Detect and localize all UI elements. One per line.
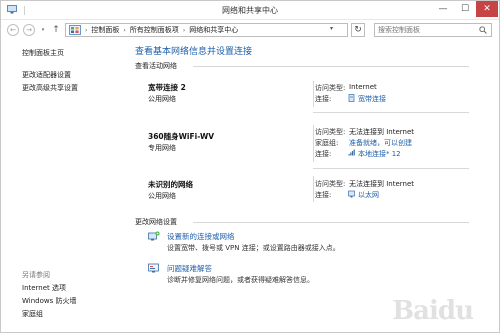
network-type: 专用网络 <box>148 144 176 152</box>
page-title: 查看基本网络信息并设置连接 <box>135 47 253 57</box>
sidebar-adapter-settings-link[interactable]: 更改适配器设置 <box>22 70 71 80</box>
search-input[interactable] <box>378 25 474 35</box>
wifi-signal-icon <box>348 149 355 156</box>
troubleshoot-link[interactable]: 问题疑难解答 <box>167 263 212 274</box>
section-divider <box>193 222 469 223</box>
active-networks-heading: 查看活动网络 <box>135 62 177 70</box>
connection-label: 连接: <box>315 191 332 199</box>
crumb-separator: › <box>123 26 126 34</box>
access-type-label: 访问类型: <box>315 180 346 188</box>
setup-connection-desc: 设置宽带、拨号或 VPN 连接；或设置路由器或接入点。 <box>167 244 340 252</box>
sidebar-internet-options-link[interactable]: Internet 选项 <box>22 283 66 293</box>
connection-link[interactable]: 本地连接* 12 <box>358 149 401 159</box>
up-button[interactable]: ↑ <box>51 24 61 36</box>
network-divider <box>313 125 314 162</box>
crumb-separator: › <box>85 26 88 34</box>
breadcrumb-network-center[interactable]: 网络和共享中心 <box>189 25 238 35</box>
refresh-button[interactable]: ↻ <box>351 23 365 37</box>
change-settings-heading: 更改网络设置 <box>135 218 177 226</box>
network-type: 公用网络 <box>148 192 176 200</box>
breadcrumb-control-panel[interactable]: 控制面板 <box>91 25 119 35</box>
homegroup-link[interactable]: 准备就绪，可以创建 <box>349 138 412 148</box>
sidebar: 控制面板主页 更改适配器设置 更改高级共享设置 另请参阅 Internet 选项… <box>1 41 121 333</box>
network-separator <box>313 112 469 113</box>
troubleshoot-desc: 诊断并修复网络问题，或者获得疑难解答信息。 <box>167 276 314 284</box>
section-divider <box>193 66 469 67</box>
maximize-button[interactable]: ☐ <box>454 1 476 17</box>
network-type: 公用网络 <box>148 95 176 103</box>
connection-label: 连接: <box>315 150 332 158</box>
search-box[interactable] <box>374 23 492 37</box>
address-bar[interactable]: › 控制面板 › 所有控制面板项 › 网络和共享中心 ▾ <box>65 23 348 37</box>
minimize-button[interactable]: — <box>432 1 454 17</box>
main-content: 查看基本网络信息并设置连接 查看活动网络 宽带连接 2 公用网络 访问类型: I… <box>127 41 497 333</box>
sidebar-home-link[interactable]: 控制面板主页 <box>22 48 64 58</box>
network-name: 未识别的网络 <box>148 180 193 189</box>
title-bar: 网络和共享中心 — ☐ ✕ <box>1 1 499 20</box>
access-type-label: 访问类型: <box>315 128 346 136</box>
dialup-connection-icon <box>348 94 355 102</box>
watermark: Baidu <box>392 296 474 326</box>
back-button[interactable]: ← <box>7 24 19 36</box>
network-name: 360随身WiFi-WV <box>148 132 215 141</box>
troubleshoot-icon <box>148 263 159 273</box>
sidebar-firewall-link[interactable]: Windows 防火墙 <box>22 296 76 306</box>
breadcrumb-all-items[interactable]: 所有控制面板项 <box>130 25 179 35</box>
network-divider <box>313 81 314 107</box>
access-type-label: 访问类型: <box>315 84 346 92</box>
search-icon[interactable] <box>479 26 487 34</box>
access-type-value: 无法连接到 Internet <box>349 128 415 136</box>
ethernet-icon <box>348 190 355 198</box>
network-name: 宽带连接 2 <box>148 83 186 92</box>
sidebar-homegroup-link[interactable]: 家庭组 <box>22 309 43 319</box>
address-dropdown-icon[interactable]: ▾ <box>330 25 333 32</box>
control-panel-icon <box>69 25 81 35</box>
connection-link[interactable]: 以太网 <box>358 190 379 200</box>
connection-label: 连接: <box>315 95 332 103</box>
new-connection-icon <box>148 231 160 241</box>
window: 网络和共享中心 — ☐ ✕ ← → ▾ ↑ › 控制面板 › 所有控制面板项 ›… <box>0 0 500 333</box>
network-separator <box>313 168 469 169</box>
network-divider <box>313 176 314 202</box>
crumb-separator: › <box>182 26 186 34</box>
sidebar-advanced-sharing-link[interactable]: 更改高级共享设置 <box>22 83 78 93</box>
recent-locations-button[interactable]: ▾ <box>39 24 47 36</box>
window-title: 网络和共享中心 <box>222 6 278 15</box>
connection-link[interactable]: 宽带连接 <box>358 94 386 104</box>
access-type-value: Internet <box>349 83 377 91</box>
homegroup-label: 家庭组: <box>315 139 339 147</box>
setup-connection-link[interactable]: 设置新的连接或网络 <box>167 231 235 242</box>
forward-button[interactable]: → <box>23 24 35 36</box>
navigation-bar: ← → ▾ ↑ › 控制面板 › 所有控制面板项 › 网络和共享中心 ▾ ↻ <box>1 20 499 40</box>
see-also-heading: 另请参阅 <box>22 271 50 279</box>
access-type-value: 无法连接到 Internet <box>349 180 415 188</box>
close-button[interactable]: ✕ <box>476 1 498 17</box>
